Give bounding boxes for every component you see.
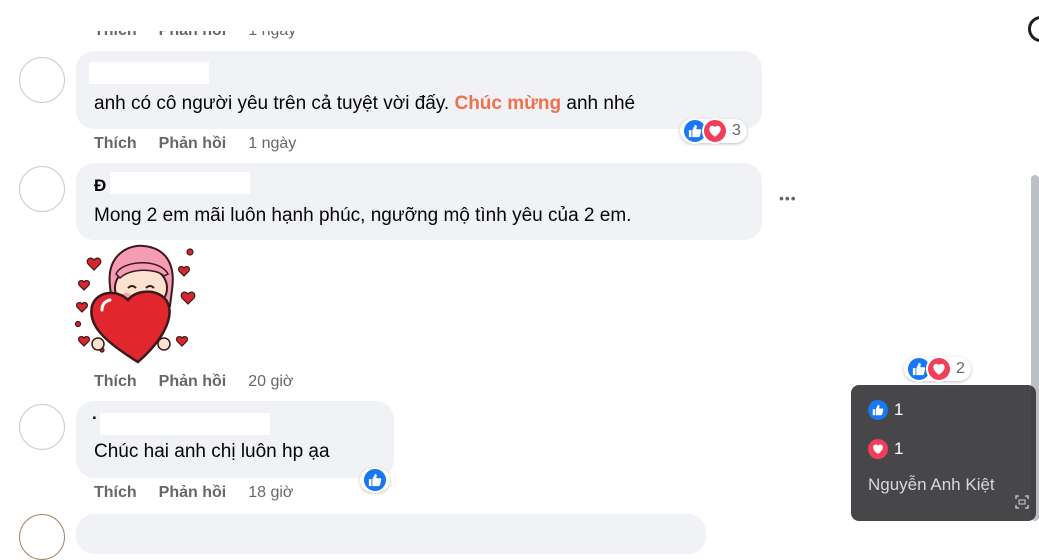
comment-time: 20 giờ (248, 373, 294, 390)
reaction-summary[interactable] (360, 467, 390, 493)
reply-link[interactable]: Phản hồi (159, 373, 227, 390)
comment-bubble-partial (76, 514, 706, 554)
like-link[interactable]: Thích (94, 484, 137, 501)
reaction-count: 3 (732, 122, 741, 139)
comment-text: anh có cô người yêu trên cả tuyệt vời đấ… (94, 93, 636, 114)
love-icon (702, 118, 728, 144)
reply-link[interactable]: Phản hồi (159, 484, 227, 501)
like-count: 1 (894, 400, 904, 419)
reactions-tooltip: 1 1 Nguyễn Anh Kiệt (851, 385, 1036, 521)
comment-actions: Thích Phản hồi 20 giờ (94, 373, 293, 391)
comment-actions: Thích Phản hồi 18 giờ (94, 484, 293, 502)
comment-time: 1 ngày (248, 135, 297, 152)
avatar[interactable] (19, 404, 65, 450)
reply-link[interactable]: Phản hồi (159, 135, 227, 152)
comment-time: 18 giờ (248, 484, 294, 501)
commenter-name-redacted[interactable] (89, 62, 209, 84)
like-link[interactable]: Thích (94, 135, 137, 152)
commenter-name[interactable]: . (92, 404, 97, 424)
avatar[interactable] (19, 166, 65, 212)
profile-circle-icon[interactable] (1028, 16, 1039, 42)
commenter-name[interactable]: Đ (94, 176, 106, 196)
commenter-name-redacted (110, 172, 250, 194)
girl-hugging-heart-sticker[interactable] (72, 240, 198, 364)
fullscreen-icon[interactable] (1015, 495, 1029, 509)
comment-text: Mong 2 em mãi luôn hạnh phúc, ngưỡng mộ … (94, 205, 632, 226)
tooltip-like-row: 1 (868, 400, 903, 420)
comment-actions: Thích Phản hồi 1 ngày (94, 135, 296, 153)
white-cover (0, 0, 1020, 31)
more-options-icon[interactable]: ••• (779, 190, 797, 206)
love-count: 1 (894, 439, 904, 458)
love-icon (926, 356, 952, 382)
like-icon (868, 400, 888, 420)
reaction-summary[interactable]: 3 (680, 118, 747, 144)
reactor-name: Nguyễn Anh Kiệt (868, 475, 995, 494)
commenter-name-redacted (100, 413, 270, 435)
like-icon (362, 467, 388, 493)
comment-text: Chúc hai anh chị luôn hp ạa (94, 441, 330, 462)
highlighted-text: Chúc mừng (454, 93, 562, 114)
reaction-count: 2 (956, 360, 965, 377)
avatar[interactable] (19, 57, 65, 103)
like-link[interactable]: Thích (94, 373, 137, 390)
reaction-summary[interactable]: 2 (904, 356, 971, 382)
love-icon (868, 439, 888, 459)
tooltip-love-row: 1 (868, 439, 903, 459)
